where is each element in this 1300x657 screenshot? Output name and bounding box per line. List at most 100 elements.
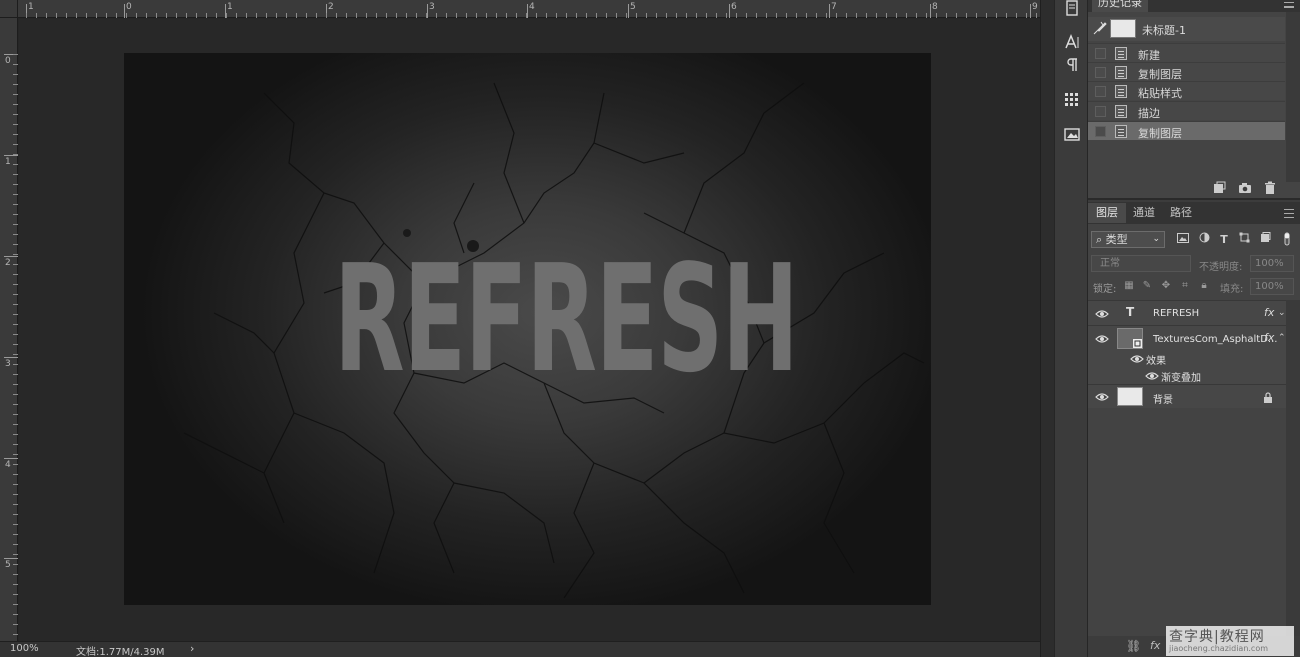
layer-name[interactable]: TexturesCom_AsphaltD... — [1153, 334, 1277, 345]
layer-row-refresh[interactable]: T REFRESH fx ⌄ — [1088, 300, 1286, 325]
visibility-eye-icon[interactable] — [1145, 371, 1159, 381]
ruler-tick — [4, 558, 18, 559]
layer-filter-dropdown[interactable]: ⌕ 类型 ⌄ — [1091, 231, 1165, 248]
adjustment-layer-filter-icon[interactable] — [1196, 232, 1212, 248]
fx-icon[interactable]: fx — [1264, 306, 1274, 319]
lock-position-icon[interactable]: ✥ — [1159, 279, 1173, 293]
layer-row-background[interactable]: 背景 — [1088, 384, 1286, 408]
history-state-icon — [1115, 47, 1127, 60]
tab-history[interactable]: 历史记录 — [1092, 0, 1148, 12]
ruler-minor-tick — [13, 544, 18, 545]
history-item[interactable]: 复制图层 — [1088, 62, 1285, 81]
shape-layer-filter-icon[interactable] — [1236, 232, 1252, 248]
tab-layers[interactable]: 图层 — [1088, 203, 1126, 223]
opacity-field[interactable]: 100% — [1250, 255, 1294, 272]
ruler-minor-tick — [13, 174, 18, 175]
blend-mode-dropdown[interactable]: 正常 — [1091, 255, 1191, 272]
character-panel-icon[interactable] — [1061, 33, 1083, 55]
ruler-origin[interactable] — [0, 0, 18, 18]
history-brush-source-checkbox[interactable] — [1095, 86, 1106, 97]
panel-menu-icon[interactable] — [1284, 2, 1294, 8]
history-item[interactable]: 新建 — [1088, 43, 1285, 62]
status-menu-arrow[interactable]: › — [190, 642, 194, 655]
tab-paths[interactable]: 路径 — [1162, 203, 1200, 223]
tab-channels[interactable]: 通道 — [1125, 203, 1163, 223]
ruler-minor-tick — [13, 194, 18, 195]
ruler-minor-tick — [916, 13, 917, 18]
history-brush-source-checkbox[interactable] — [1095, 106, 1106, 117]
swatches-panel-icon[interactable] — [1061, 92, 1083, 114]
ruler-minor-tick — [13, 614, 18, 615]
layers-panel: 图层 通道 路径 ⌕ 类型 ⌄ T 正常 不透明度: 100% 锁定: ▦ ✎ … — [1088, 202, 1300, 657]
ruler-minor-tick — [766, 13, 767, 18]
ruler-tick — [628, 4, 629, 18]
vertical-ruler[interactable]: 0 1 2 3 4 5 — [0, 18, 18, 641]
paragraph-panel-icon[interactable] — [1061, 57, 1083, 79]
canvas-scrollbar[interactable] — [1040, 0, 1054, 657]
history-brush-icon[interactable] — [1092, 20, 1108, 36]
history-item[interactable]: 描边 — [1088, 101, 1285, 120]
layer-effects-row[interactable]: 效果 — [1088, 351, 1286, 367]
lock-image-pixels-icon[interactable]: ✎ — [1140, 279, 1154, 293]
ruler-minor-tick — [976, 13, 977, 18]
visibility-eye-icon[interactable] — [1095, 334, 1109, 344]
ruler-minor-tick — [13, 524, 18, 525]
panel-menu-icon[interactable] — [1284, 209, 1294, 218]
horizontal-ruler[interactable]: 1 0 1 2 3 4 5 6 7 8 9 — [0, 0, 1040, 18]
ruler-minor-tick — [386, 13, 387, 18]
ruler-minor-tick — [806, 13, 807, 18]
delete-state-icon[interactable] — [1262, 181, 1278, 197]
ruler-minor-tick — [926, 13, 927, 18]
history-panel-icon[interactable] — [1061, 0, 1083, 22]
history-item[interactable]: 粘贴样式 — [1088, 81, 1285, 100]
new-snapshot-icon[interactable] — [1237, 181, 1253, 197]
lock-all-icon[interactable]: 🔒︎ — [1197, 279, 1211, 293]
visibility-eye-icon[interactable] — [1095, 392, 1109, 402]
chevron-down-icon[interactable]: ⌄ — [1278, 308, 1286, 318]
type-layer-filter-icon[interactable]: T — [1216, 232, 1232, 248]
ruler-minor-tick — [96, 13, 97, 18]
history-snapshot[interactable]: 未标题-1 — [1088, 17, 1285, 41]
history-item-selected[interactable]: 复制图层 — [1088, 121, 1285, 140]
history-scrollbar[interactable] — [1286, 12, 1300, 182]
add-style-fx-icon[interactable]: fx — [1150, 639, 1160, 652]
ruler-minor-tick — [76, 13, 77, 18]
ruler-label: 2 — [5, 258, 11, 268]
visibility-eye-icon[interactable] — [1130, 354, 1144, 364]
smart-object-filter-icon[interactable] — [1257, 232, 1273, 248]
ruler-minor-tick — [546, 13, 547, 18]
layer-name[interactable]: REFRESH — [1153, 308, 1199, 319]
history-brush-source-checkbox[interactable] — [1095, 126, 1106, 137]
chevron-up-icon[interactable]: ⌃ — [1278, 333, 1286, 343]
visibility-eye-icon[interactable] — [1095, 309, 1109, 319]
lock-label: 锁定: — [1093, 284, 1117, 295]
toggle-switch-icon — [1284, 232, 1290, 246]
refresh-text-layer[interactable]: REFRESH — [334, 245, 799, 393]
zoom-level[interactable]: 100% — [10, 643, 39, 654]
document-canvas[interactable]: REFRESH — [124, 53, 931, 605]
layer-effect-gradient-overlay[interactable]: 渐变叠加 — [1088, 367, 1286, 384]
layer-name[interactable]: 背景 — [1153, 391, 1173, 406]
ruler-minor-tick — [586, 13, 587, 18]
lock-transparent-pixels-icon[interactable]: ▦ — [1122, 279, 1136, 293]
ruler-minor-tick — [126, 13, 127, 18]
layers-tabbar: 图层 通道 路径 — [1088, 202, 1300, 224]
layers-scrollbar[interactable] — [1286, 300, 1300, 640]
ruler-label: 6 — [731, 2, 737, 12]
history-brush-source-checkbox[interactable] — [1095, 48, 1106, 59]
history-state-icon — [1115, 105, 1127, 118]
fx-icon[interactable]: fx — [1264, 331, 1274, 344]
pixel-layer-filter-icon[interactable] — [1175, 232, 1191, 248]
filter-toggle-icon[interactable] — [1279, 232, 1295, 248]
fill-field[interactable]: 100% — [1250, 278, 1294, 295]
history-brush-source-checkbox[interactable] — [1095, 67, 1106, 78]
new-document-from-state-icon[interactable] — [1211, 181, 1227, 197]
link-layers-icon[interactable]: ⛓︎ — [1126, 639, 1141, 653]
ruler-label: 0 — [126, 2, 132, 12]
ruler-minor-tick — [496, 13, 497, 18]
ruler-minor-tick — [13, 94, 18, 95]
ruler-minor-tick — [13, 164, 18, 165]
libraries-panel-icon[interactable] — [1061, 126, 1083, 148]
lock-artboard-icon[interactable]: ⌗ — [1178, 279, 1192, 293]
layer-row-texture[interactable]: TexturesCom_AsphaltD... fx ⌃ — [1088, 325, 1286, 351]
